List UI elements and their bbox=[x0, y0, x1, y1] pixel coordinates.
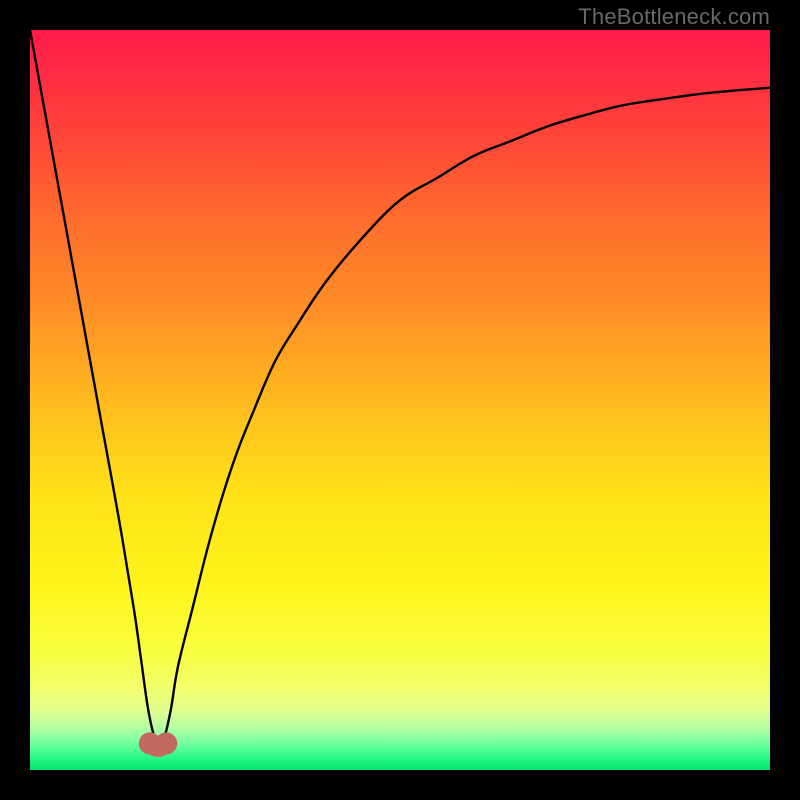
gradient-band bbox=[30, 757, 770, 770]
gradient-band bbox=[30, 215, 770, 311]
gradient-background bbox=[30, 30, 770, 770]
watermark-label: TheBottleneck.com bbox=[578, 4, 770, 30]
plot-area bbox=[30, 30, 770, 770]
gradient-band bbox=[30, 711, 770, 726]
gradient-band bbox=[30, 119, 770, 215]
gradient-band bbox=[30, 652, 770, 689]
gradient-band bbox=[30, 748, 770, 758]
gradient-band bbox=[30, 737, 770, 748]
chart-frame: TheBottleneck.com bbox=[0, 0, 800, 800]
gradient-band bbox=[30, 311, 770, 400]
gradient-band bbox=[30, 400, 770, 489]
gradient-band bbox=[30, 489, 770, 585]
gradient-band bbox=[30, 689, 770, 711]
gradient-band bbox=[30, 585, 770, 652]
gradient-band bbox=[30, 30, 770, 119]
gradient-band bbox=[30, 726, 770, 737]
